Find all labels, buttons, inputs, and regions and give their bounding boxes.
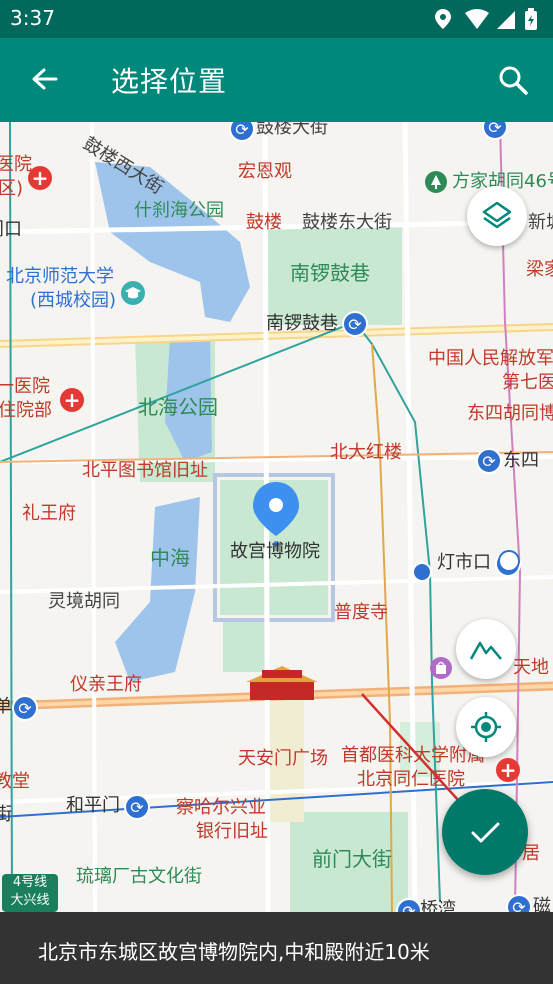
map-label: 鼓楼大街	[256, 122, 328, 138]
hospital-icon: +	[496, 758, 520, 782]
map-label: 中海	[150, 546, 190, 570]
map-label: 普度寺	[334, 602, 388, 623]
page-title: 选择位置	[111, 65, 228, 98]
map-label: 北京同仁医院	[357, 769, 465, 790]
signal-icon	[497, 11, 515, 29]
map-label: 灯市口	[437, 552, 491, 573]
map-label: 鼓楼	[246, 212, 282, 233]
map-label: (西城校园)	[30, 290, 117, 311]
my-location-icon	[471, 712, 501, 742]
map-label: 前门大街	[312, 847, 392, 871]
map-label: 东四胡同博	[467, 403, 553, 424]
map-label: 宏恩观	[238, 161, 292, 182]
map-label: 礼王府	[22, 503, 76, 524]
battery-icon	[525, 8, 537, 30]
map-label: 一医院	[0, 376, 50, 397]
metro-line-name: 大兴线	[10, 893, 50, 908]
map-label: 新城	[528, 212, 553, 233]
map-label: 北海公园	[138, 395, 218, 419]
map-label: 医院	[0, 154, 32, 175]
map-label: 天地	[513, 657, 549, 678]
map-label: 门口	[0, 219, 22, 240]
map-label: 仪亲王府	[70, 674, 142, 695]
metro-line-4	[9, 122, 13, 912]
map-label: 琉璃厂古文化街	[76, 866, 202, 887]
metro-line-name: 4号线	[12, 875, 48, 890]
shopping-poi-icon	[430, 657, 452, 679]
map-label: 和平门	[66, 795, 120, 816]
app-bar: 选择位置	[0, 38, 553, 122]
map-label: 南锣鼓巷	[266, 313, 338, 334]
map-label: 第七医	[502, 372, 553, 393]
location-status-icon	[435, 9, 451, 29]
map-label: 察哈尔兴业	[176, 797, 266, 818]
layers-icon	[482, 201, 512, 229]
status-bar: 3:37	[0, 0, 553, 38]
status-time: 3:37	[10, 6, 55, 30]
map-label: 单	[0, 696, 12, 717]
map-label: 灵境胡同	[48, 591, 120, 612]
terrain-button[interactable]	[456, 619, 516, 679]
metro-line-badge: 4号线 大兴线	[2, 874, 58, 912]
hospital-icon: +	[28, 166, 52, 190]
address-bar: 北京市东城区故宫博物院内,中和殿附近10米	[0, 912, 553, 984]
my-location-button[interactable]	[456, 697, 516, 757]
map-label: 梁家	[526, 259, 553, 280]
map-label: 教堂	[0, 771, 30, 792]
map-label: 区)	[0, 178, 24, 199]
layers-button[interactable]	[467, 186, 527, 246]
hospital-icon: +	[60, 388, 84, 412]
map-view[interactable]: 鼓楼西大街 鼓楼大街 医院 区) + 门口 宏恩观 方家胡同46号 什刹海公园 …	[0, 122, 553, 912]
confirm-location-button[interactable]	[442, 789, 528, 875]
map-label: 北京师范大学	[6, 266, 114, 287]
metro-station-icon[interactable]: ⟳	[476, 448, 502, 474]
park-gugong-south	[223, 622, 268, 672]
terrain-icon	[469, 641, 502, 660]
map-label: 北平图书馆旧址	[82, 460, 208, 481]
check-icon	[471, 822, 500, 843]
search-icon[interactable]	[491, 58, 535, 102]
map-label: 故宫博物院	[230, 541, 320, 562]
map-label: 南锣鼓巷	[290, 261, 370, 285]
map-label: 鼓楼东大街	[302, 212, 392, 233]
metro-station-icon[interactable]: ⟳	[12, 695, 38, 721]
status-icons	[435, 8, 537, 30]
map-label: 街	[0, 804, 12, 825]
metro-station-icon[interactable]: ⟳	[342, 311, 368, 337]
map-label: 磁	[533, 896, 551, 913]
metro-line-badge-icon	[498, 550, 520, 572]
tree-poi-icon	[425, 171, 447, 193]
metro-station-icon[interactable]: ⟳	[124, 794, 150, 820]
map-label: 中国人民解放军	[428, 348, 553, 369]
map-label: 桥湾	[420, 899, 456, 913]
wifi-icon	[465, 9, 489, 29]
current-position-dot	[412, 562, 432, 582]
map-label: 东四	[503, 450, 539, 471]
school-poi-icon	[121, 281, 145, 305]
map-label: 北大红楼	[330, 442, 402, 463]
lake-shichahai	[95, 162, 250, 322]
selected-address: 北京市东城区故宫博物院内,中和殿附近10米	[38, 940, 430, 964]
map-label: 什刹海公园	[134, 200, 224, 221]
map-label: 住院部	[0, 400, 52, 421]
map-label: 银行旧址	[196, 821, 268, 842]
map-label: 天安门广场	[238, 748, 328, 769]
back-arrow-icon[interactable]	[22, 58, 66, 102]
